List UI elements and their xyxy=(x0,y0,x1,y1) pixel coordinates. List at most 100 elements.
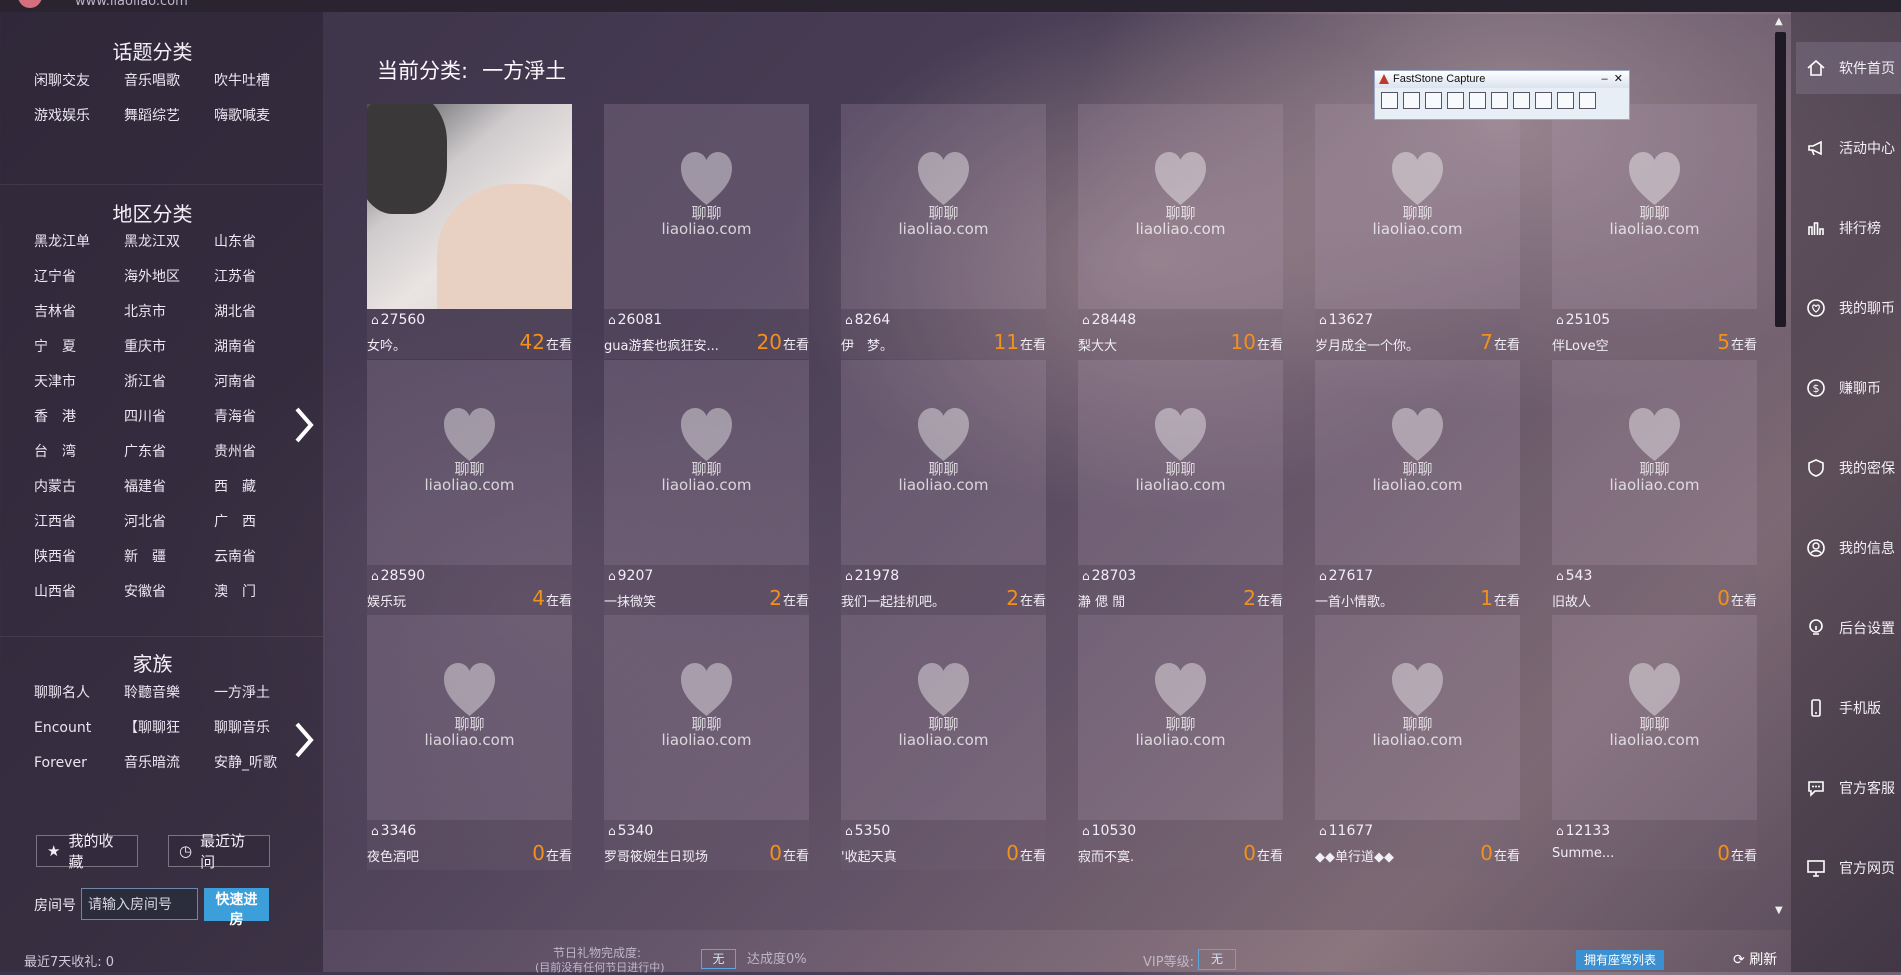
region-item[interactable]: 新 疆 xyxy=(124,547,214,568)
room-card[interactable]: ⌂ 27560 女吟。 42在看 xyxy=(367,104,572,359)
capture-fullscreen-icon[interactable] xyxy=(1469,92,1486,109)
nav-item[interactable]: 官方客服 xyxy=(1796,762,1901,814)
family-item[interactable]: 安静_听歌 xyxy=(214,753,304,774)
nav-item[interactable]: $ 赚聊币 xyxy=(1796,362,1901,414)
help-icon[interactable] xyxy=(1579,92,1596,109)
capture-freehand-icon[interactable] xyxy=(1447,92,1464,109)
region-item[interactable]: 北京市 xyxy=(124,302,214,323)
family-item[interactable]: 聆聽音樂 xyxy=(124,683,214,704)
region-item[interactable]: 黑龙江单 xyxy=(34,232,124,253)
region-item[interactable]: 重庆市 xyxy=(124,337,214,358)
capture-object-icon[interactable] xyxy=(1403,92,1420,109)
region-item[interactable]: 四川省 xyxy=(124,407,214,428)
region-item[interactable]: 澳 门 xyxy=(214,582,304,603)
nav-item[interactable]: 我的信息 xyxy=(1796,522,1901,574)
family-item[interactable]: 音乐暗流 xyxy=(124,753,214,774)
region-item[interactable]: 云南省 xyxy=(214,547,304,568)
room-card[interactable]: 聊聊 liaoliao.com ⌂ 26081 gua游套也疯狂安... 20在看 xyxy=(604,104,809,359)
nav-item[interactable]: 软件首页 xyxy=(1796,42,1901,94)
region-item[interactable]: 辽宁省 xyxy=(34,267,124,288)
region-item[interactable]: 浙江省 xyxy=(124,372,214,393)
nav-item[interactable]: 我的密保 xyxy=(1796,442,1901,494)
family-item[interactable]: Encount xyxy=(34,718,124,739)
region-item[interactable]: 广 西 xyxy=(214,512,304,533)
family-item[interactable]: 【聊聊狂 xyxy=(124,718,214,739)
topic-item[interactable]: 闲聊交友 xyxy=(34,71,124,92)
room-number-input[interactable] xyxy=(81,888,198,920)
region-next-arrow[interactable] xyxy=(292,405,316,445)
room-card[interactable]: 聊聊 liaoliao.com ⌂ 28590 娱乐玩 4在看 xyxy=(367,360,572,615)
region-item[interactable]: 天津市 xyxy=(34,372,124,393)
scroll-up-arrow[interactable]: ▲ xyxy=(1775,16,1783,27)
topic-item[interactable]: 吹牛吐槽 xyxy=(214,71,304,92)
topic-item[interactable]: 嗨歌喊麦 xyxy=(214,106,304,127)
nav-item[interactable]: 排行榜 xyxy=(1796,202,1901,254)
room-card[interactable]: 聊聊 liaoliao.com ⌂ 8264 伊 梦。 11在看 xyxy=(841,104,1046,359)
region-item[interactable]: 台 湾 xyxy=(34,442,124,463)
region-item[interactable]: 河北省 xyxy=(124,512,214,533)
topic-item[interactable]: 游戏娱乐 xyxy=(34,106,124,127)
room-card[interactable]: 聊聊 liaoliao.com ⌂ 28448 梨大大 10在看 xyxy=(1078,104,1283,359)
region-item[interactable]: 海外地区 xyxy=(124,267,214,288)
scrollbar-thumb[interactable] xyxy=(1775,32,1786,327)
capture-fixed-icon[interactable] xyxy=(1513,92,1530,109)
room-card[interactable]: 聊聊 liaoliao.com ⌂ 10530 寂而不寞. 0在看 xyxy=(1078,615,1283,870)
quick-enter-button[interactable]: 快速进房 xyxy=(204,888,269,927)
region-item[interactable]: 安徽省 xyxy=(124,582,214,603)
family-item[interactable]: 一方淨土 xyxy=(214,683,304,704)
room-card[interactable]: 聊聊 liaoliao.com ⌂ 27617 一首小情歌。 1在看 xyxy=(1315,360,1520,615)
room-card[interactable]: 聊聊 liaoliao.com ⌂ 5350 '收起天真 0在看 xyxy=(841,615,1046,870)
nav-item[interactable]: 后台设置 xyxy=(1796,602,1901,654)
room-card[interactable]: 聊聊 liaoliao.com ⌂ 25105 伴Love空 5在看 xyxy=(1552,104,1757,359)
room-card[interactable]: 聊聊 liaoliao.com ⌂ 21978 我们一起挂机吧。 2在看 xyxy=(841,360,1046,615)
nav-item[interactable]: 活动中心 xyxy=(1796,122,1901,174)
region-item[interactable]: 江苏省 xyxy=(214,267,304,288)
room-card[interactable]: 聊聊 liaoliao.com ⌂ 13627 岁月成全一个你。 7在看 xyxy=(1315,104,1520,359)
region-item[interactable]: 吉林省 xyxy=(34,302,124,323)
capture-window-icon[interactable] xyxy=(1381,92,1398,109)
topic-item[interactable]: 音乐唱歌 xyxy=(124,71,214,92)
favorites-button[interactable]: ★ 我的收藏 xyxy=(36,832,138,871)
region-item[interactable]: 河南省 xyxy=(214,372,304,393)
room-card[interactable]: 聊聊 liaoliao.com ⌂ 9207 一抹微笑 2在看 xyxy=(604,360,809,615)
region-item[interactable]: 山西省 xyxy=(34,582,124,603)
settings-icon[interactable] xyxy=(1557,92,1574,109)
window-controls[interactable]: – ✕ xyxy=(1602,71,1623,88)
recent-visits-button[interactable]: ◷ 最近访问 xyxy=(168,832,270,871)
region-item[interactable]: 福建省 xyxy=(124,477,214,498)
family-next-arrow[interactable] xyxy=(292,720,316,760)
region-item[interactable]: 湖北省 xyxy=(214,302,304,323)
scroll-down-arrow[interactable]: ▼ xyxy=(1775,905,1783,916)
room-card[interactable]: 聊聊 liaoliao.com ⌂ 3346 夜色酒吧 0在看 xyxy=(367,615,572,870)
region-item[interactable]: 香 港 xyxy=(34,407,124,428)
region-item[interactable]: 内蒙古 xyxy=(34,477,124,498)
room-card[interactable]: 聊聊 liaoliao.com ⌂ 11677 ◆◆单行道◆◆ 0在看 xyxy=(1315,615,1520,870)
capture-video-icon[interactable] xyxy=(1535,92,1552,109)
family-item[interactable]: 聊聊名人 xyxy=(34,683,124,704)
room-card[interactable]: 聊聊 liaoliao.com ⌂ 12133 Summe... 0在看 xyxy=(1552,615,1757,870)
faststone-capture-toolbar[interactable]: FastStone Capture – ✕ xyxy=(1374,70,1630,120)
region-item[interactable]: 黑龙江双 xyxy=(124,232,214,253)
region-item[interactable]: 贵州省 xyxy=(214,442,304,463)
seat-list-button[interactable]: 拥有座驾列表 xyxy=(1576,950,1664,970)
region-item[interactable]: 陕西省 xyxy=(34,547,124,568)
region-item[interactable]: 西 藏 xyxy=(214,477,304,498)
region-item[interactable]: 广东省 xyxy=(124,442,214,463)
family-item[interactable]: 聊聊音乐 xyxy=(214,718,304,739)
family-item[interactable]: Forever xyxy=(34,753,124,774)
capture-scroll-icon[interactable] xyxy=(1491,92,1508,109)
topic-item[interactable]: 舞蹈综艺 xyxy=(124,106,214,127)
room-card[interactable]: 聊聊 liaoliao.com ⌂ 543 旧故人 0在看 xyxy=(1552,360,1757,615)
region-item[interactable]: 山东省 xyxy=(214,232,304,253)
nav-item[interactable]: 我的聊币 xyxy=(1796,282,1901,334)
room-card[interactable]: 聊聊 liaoliao.com ⌂ 28703 瀞 偲 閒 2在看 xyxy=(1078,360,1283,615)
region-item[interactable]: 青海省 xyxy=(214,407,304,428)
capture-rect-icon[interactable] xyxy=(1425,92,1442,109)
nav-item[interactable]: 手机版 xyxy=(1796,682,1901,734)
region-item[interactable]: 宁 夏 xyxy=(34,337,124,358)
region-item[interactable]: 江西省 xyxy=(34,512,124,533)
nav-item[interactable]: 官方网页 xyxy=(1796,842,1901,894)
room-card[interactable]: 聊聊 liaoliao.com ⌂ 5340 罗哥筱婉生日现场 0在看 xyxy=(604,615,809,870)
region-item[interactable]: 湖南省 xyxy=(214,337,304,358)
refresh-button[interactable]: ⟳ 刷新 xyxy=(1733,949,1777,969)
